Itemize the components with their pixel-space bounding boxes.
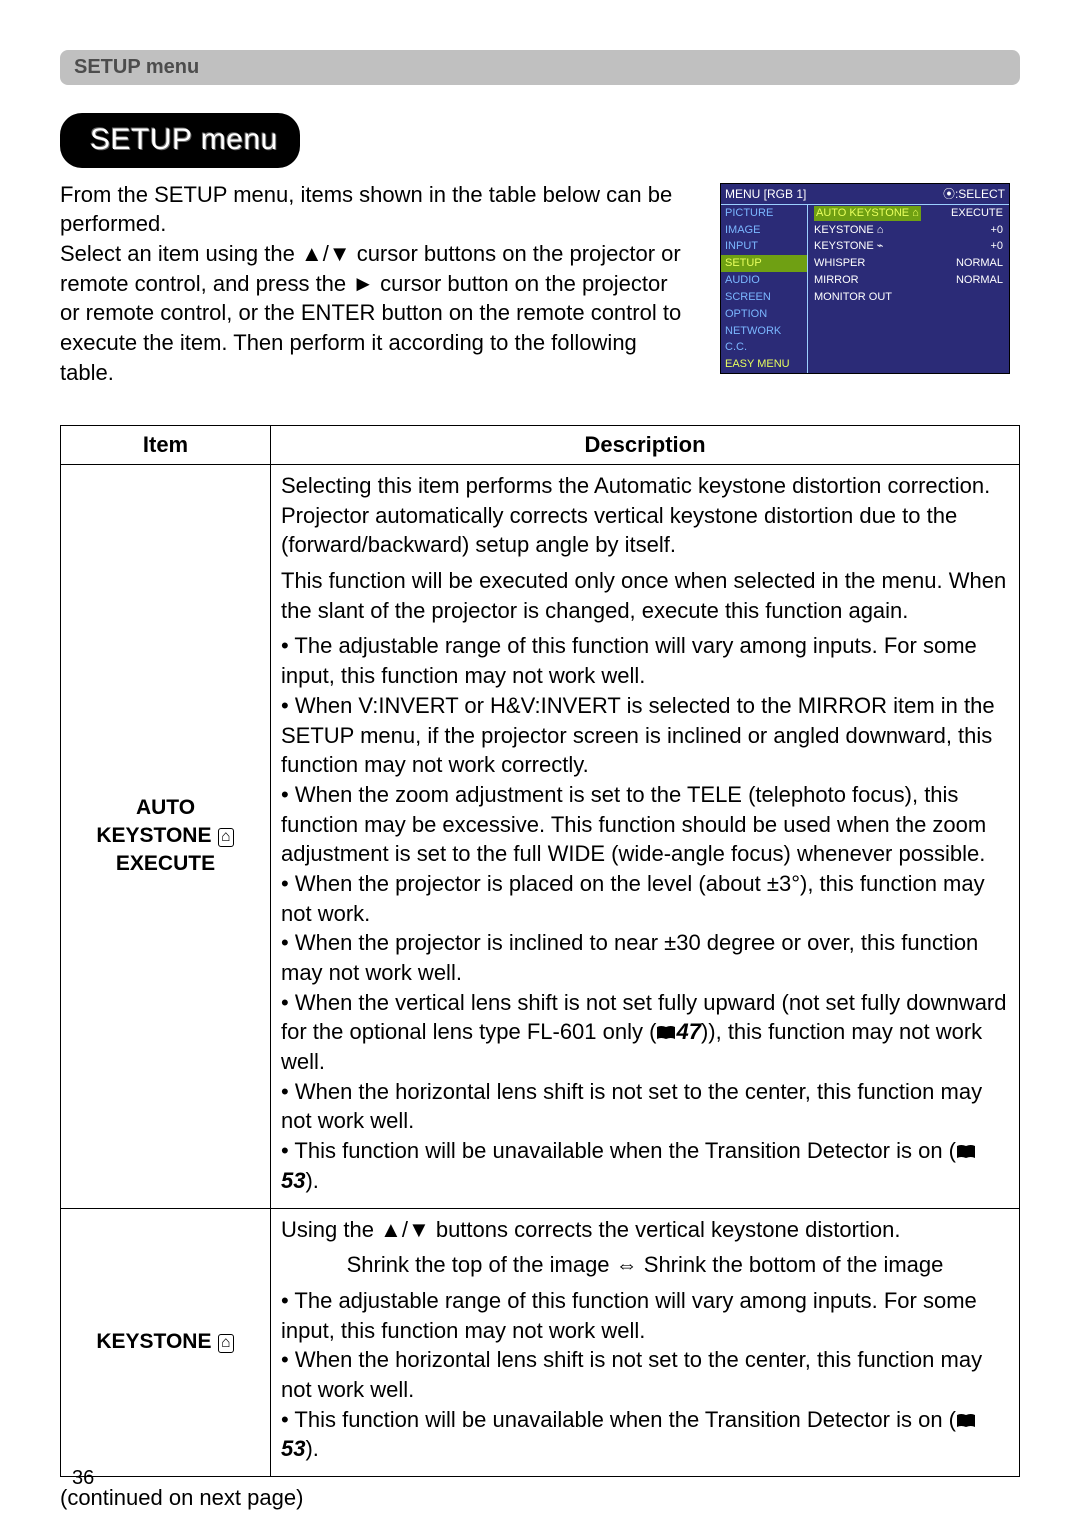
desc-paragraph: Selecting this item performs the Automat… [281,471,1009,560]
osd-menu-head-left: MENU [RGB 1] [725,186,806,202]
osd-sidebar-item: AUDIO [721,272,807,289]
trapezoid-v-icon: ⌂ [218,828,233,847]
col-header-item: Item [61,426,271,465]
book-icon [656,1019,676,1035]
osd-sidebar-item: OPTION [721,306,807,323]
desc-bullet: • The adjustable range of this function … [281,631,1009,1195]
intro-text: From the SETUP menu, items shown in the … [60,180,685,388]
osd-sidebar-item-easy: EASY MENU [721,356,807,373]
col-header-description: Description [271,426,1020,465]
osd-sidebar-item: SCREEN [721,289,807,306]
intro-line-1: From the SETUP menu, items shown in the … [60,180,685,239]
osd-sidebar-item-selected: SETUP [721,255,807,272]
continued-line: (continued on next page) [60,1483,1020,1513]
desc-bullet: • The adjustable range of this function … [281,1286,1009,1464]
section-header-bar: SETUP menu [60,50,1020,85]
osd-main-row-selected: AUTO KEYSTONE ⌂EXECUTE [808,205,1009,222]
intro-line-2: Select an item using the ▲/▼ cursor butt… [60,239,685,387]
book-icon [956,1138,976,1154]
osd-sidebar-item: INPUT [721,238,807,255]
osd-sidebar: PICTURE IMAGE INPUT SETUP AUDIO SCREEN O… [721,205,807,373]
setup-table: Item Description AUTO KEYSTONE ⌂ EXECUTE… [60,425,1020,1477]
desc-center-line: Shrink the top of the image ⇔ Shrink the… [281,1250,1009,1280]
osd-main-row: WHISPERNORMAL [808,255,1009,272]
table-row: KEYSTONE ⌂ Using the ▲/▼ buttons correct… [61,1208,1020,1477]
desc-cell: Selecting this item performs the Automat… [271,465,1020,1209]
osd-main-row: MIRRORNORMAL [808,272,1009,289]
page-title-pill: SETUP menu [60,113,300,168]
section-header-label: SETUP menu [74,56,199,78]
osd-menu-head-right: ⦿:SELECT [943,186,1005,202]
page-title: SETUP menu [90,123,278,156]
osd-main: AUTO KEYSTONE ⌂EXECUTE KEYSTONE ⌂+0 KEYS… [807,205,1009,373]
osd-sidebar-item: PICTURE [721,205,807,222]
page-number: 36 [72,1465,94,1492]
osd-sidebar-item: IMAGE [721,222,807,239]
desc-paragraph: Using the ▲/▼ buttons corrects the verti… [281,1215,1009,1245]
osd-sidebar-item: NETWORK [721,323,807,340]
osd-sidebar-item: C.C. [721,339,807,356]
item-cell-keystone-v: KEYSTONE ⌂ [61,1208,271,1477]
desc-cell: Using the ▲/▼ buttons corrects the verti… [271,1208,1020,1477]
osd-main-row: KEYSTONE ⌁+0 [808,238,1009,255]
item-cell-auto-keystone-execute: AUTO KEYSTONE ⌂ EXECUTE [61,465,271,1209]
osd-menu-screenshot: MENU [RGB 1] ⦿:SELECT PICTURE IMAGE INPU… [720,183,1010,375]
book-icon [956,1407,976,1423]
osd-main-row: KEYSTONE ⌂+0 [808,222,1009,239]
osd-main-row: MONITOR OUT [808,289,1009,306]
desc-paragraph: This function will be executed only once… [281,566,1009,625]
table-row: AUTO KEYSTONE ⌂ EXECUTE Selecting this i… [61,465,1020,1209]
trapezoid-v-icon: ⌂ [218,1334,233,1353]
